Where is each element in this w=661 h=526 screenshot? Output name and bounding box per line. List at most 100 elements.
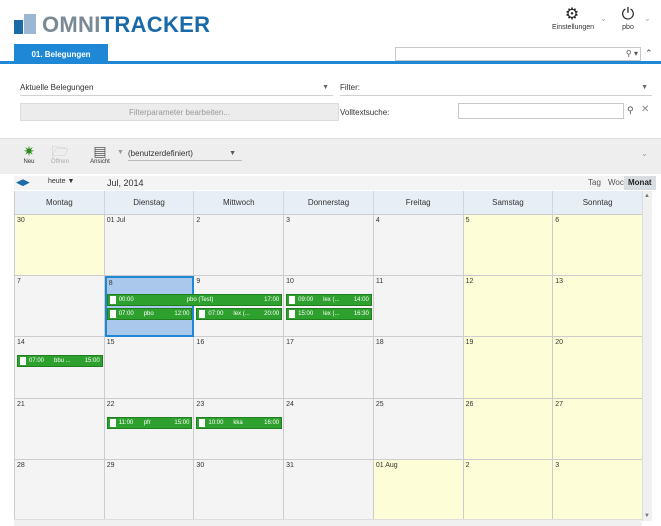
calendar-event[interactable]: 07:00 bbu ... 15:00 [17, 355, 103, 368]
day-cell[interactable]: 3 [553, 459, 643, 521]
calendar-event[interactable]: 00:00 pbo (Test) 17:00 [106, 294, 283, 307]
horizontal-scrollbar[interactable] [14, 519, 642, 526]
event-title: lex (... [323, 297, 340, 304]
day-cell[interactable]: 01 Jul [104, 215, 195, 277]
prev-next-arrows[interactable]: ◀▶ [16, 177, 30, 188]
event-start-time: 11:00 [118, 419, 134, 426]
new-button[interactable]: ✷ Neu [20, 143, 38, 165]
calendar-event[interactable]: 10:00 kka 16:00 [196, 416, 283, 429]
day-number: 13 [555, 278, 564, 286]
event-end-time: 17:00 [264, 297, 280, 304]
day-number: 22 [106, 400, 115, 408]
view-dropdown[interactable]: Aktuelle Belegungen ▼ [20, 80, 333, 96]
event-title: pbo [143, 311, 154, 318]
day-cell[interactable]: 26 [463, 398, 554, 460]
calendar-event[interactable]: 07:00 pbo 12:00 [106, 308, 193, 321]
day-cell[interactable]: 2 [194, 215, 285, 277]
day-cell[interactable]: 21 [15, 398, 105, 460]
calendar-event[interactable]: 11:00 pfr 15:00 [106, 416, 193, 429]
day-cell[interactable]: 30 [15, 215, 105, 277]
day-number: 3 [286, 217, 291, 224]
day-cell[interactable]: 7 [15, 276, 105, 338]
day-cell[interactable]: 30 [194, 459, 285, 521]
view-month-button[interactable]: Monat [624, 176, 656, 190]
day-cell[interactable]: 11 [373, 276, 464, 338]
scroll-up-icon[interactable]: ▲ [644, 193, 650, 199]
day-cell[interactable]: 23 [194, 398, 285, 460]
search-icon[interactable]: ⚲ ▾ [626, 48, 638, 60]
day-cell[interactable]: 20 [553, 337, 643, 399]
day-cell[interactable]: 16 [194, 337, 285, 399]
day-number: 8 [108, 280, 113, 288]
collapse-icon[interactable]: ⌃ [645, 48, 653, 59]
global-search-input[interactable]: ⚲ ▾ [395, 47, 641, 61]
scroll-down-icon[interactable]: ▼ [644, 513, 650, 519]
search-icon[interactable]: ⚲ [627, 105, 634, 116]
day-cell[interactable]: 25 [373, 398, 464, 460]
day-cell[interactable]: 3 [284, 215, 374, 277]
event-start-time: 07:00 [208, 311, 224, 318]
weekday-header-cell: Mittwoch [194, 191, 285, 215]
open-button[interactable]: 🗁 Öffnen [48, 143, 72, 165]
day-cell[interactable]: 14 [15, 337, 105, 399]
day-cell[interactable]: 4 [373, 215, 464, 277]
month-calendar: Montag Dienstag Mittwoch Donnerstag Freitag S… [14, 191, 643, 521]
day-number: 23 [196, 400, 205, 408]
event-start-time: 07:00 [29, 358, 45, 365]
user-chevron-down-icon[interactable]: ⌄ [644, 14, 651, 23]
day-cell[interactable]: 9 [194, 276, 285, 338]
day-cell[interactable]: 6 [553, 215, 643, 277]
user-label: pbo [622, 24, 634, 31]
user-button[interactable]: ⏻ pbo [614, 6, 642, 31]
gear-icon: ⚙ [564, 6, 580, 23]
settings-chevron-down-icon[interactable]: ⌄ [600, 14, 607, 23]
day-number: 15 [106, 339, 115, 347]
day-cell[interactable]: 24 [284, 398, 374, 460]
day-cell[interactable]: 27 [553, 398, 643, 460]
vertical-scrollbar[interactable]: ▲ ▼ [642, 191, 652, 521]
day-cell[interactable]: 15 [104, 337, 195, 399]
calendar-event[interactable]: 15:00 lex (... 16:30 [286, 308, 372, 321]
event-start-time: 10:00 [208, 419, 224, 426]
day-cell[interactable]: 5 [463, 215, 554, 277]
tab-belegungen[interactable]: 01. Belegungen [14, 44, 108, 64]
event-title: pbo (Test) [186, 297, 214, 304]
weekday-header-cell: Montag [15, 191, 105, 215]
settings-button[interactable]: ⚙ Einstellungen [552, 6, 594, 31]
day-cell[interactable]: 13 [553, 276, 643, 338]
day-cell[interactable]: 8 [104, 276, 195, 338]
day-number: 01 Jul [106, 217, 126, 224]
calendar-event[interactable]: 09:00 lex (... 14:00 [286, 294, 372, 307]
day-cell[interactable]: 29 [104, 459, 195, 521]
day-cell[interactable]: 18 [373, 337, 464, 399]
day-number: 26 [465, 400, 474, 408]
day-number: 12 [465, 278, 474, 286]
day-cell[interactable]: 31 [284, 459, 374, 521]
calendar-event[interactable]: 07:00 lex (... 20:00 [196, 308, 283, 321]
expand-icon[interactable]: ⌄ [641, 149, 648, 158]
filter-dropdown[interactable]: Filter: ▼ [340, 80, 652, 96]
day-cell[interactable]: 2 [463, 459, 554, 521]
document-icon [289, 296, 296, 305]
day-cell[interactable]: 19 [463, 337, 554, 399]
day-number: 30 [17, 217, 25, 224]
event-start-time: 00:00 [118, 297, 134, 304]
custom-view-dropdown[interactable]: (benutzerdefiniert) ▼ [128, 147, 242, 161]
chevron-down-icon[interactable]: ▼ [117, 149, 124, 156]
edit-filter-params-button[interactable]: Filterparameter bearbeiten... [20, 103, 339, 121]
event-title: lex (... [233, 311, 250, 318]
app-header: OMNITRACKER ⚙ Einstellungen ⌄ ⏻ pbo ⌄ [0, 0, 661, 44]
logo-text: OMNITRACKER [42, 12, 211, 37]
today-button[interactable]: heute ▼ [48, 178, 74, 185]
day-cell[interactable]: 12 [463, 276, 554, 338]
view-button[interactable]: ▤ Ansicht [88, 143, 112, 165]
view-day-button[interactable]: Tag [584, 176, 605, 190]
day-cell[interactable]: 01 Aug [373, 459, 464, 521]
day-cell[interactable]: 10 [284, 276, 374, 338]
day-cell[interactable]: 22 [104, 398, 195, 460]
fulltext-search-input[interactable] [458, 103, 624, 119]
close-icon[interactable]: ✕ [641, 104, 649, 115]
day-cell[interactable]: 28 [15, 459, 105, 521]
day-cell[interactable]: 17 [284, 337, 374, 399]
view-dropdown-value: Aktuelle Belegungen [20, 83, 94, 92]
